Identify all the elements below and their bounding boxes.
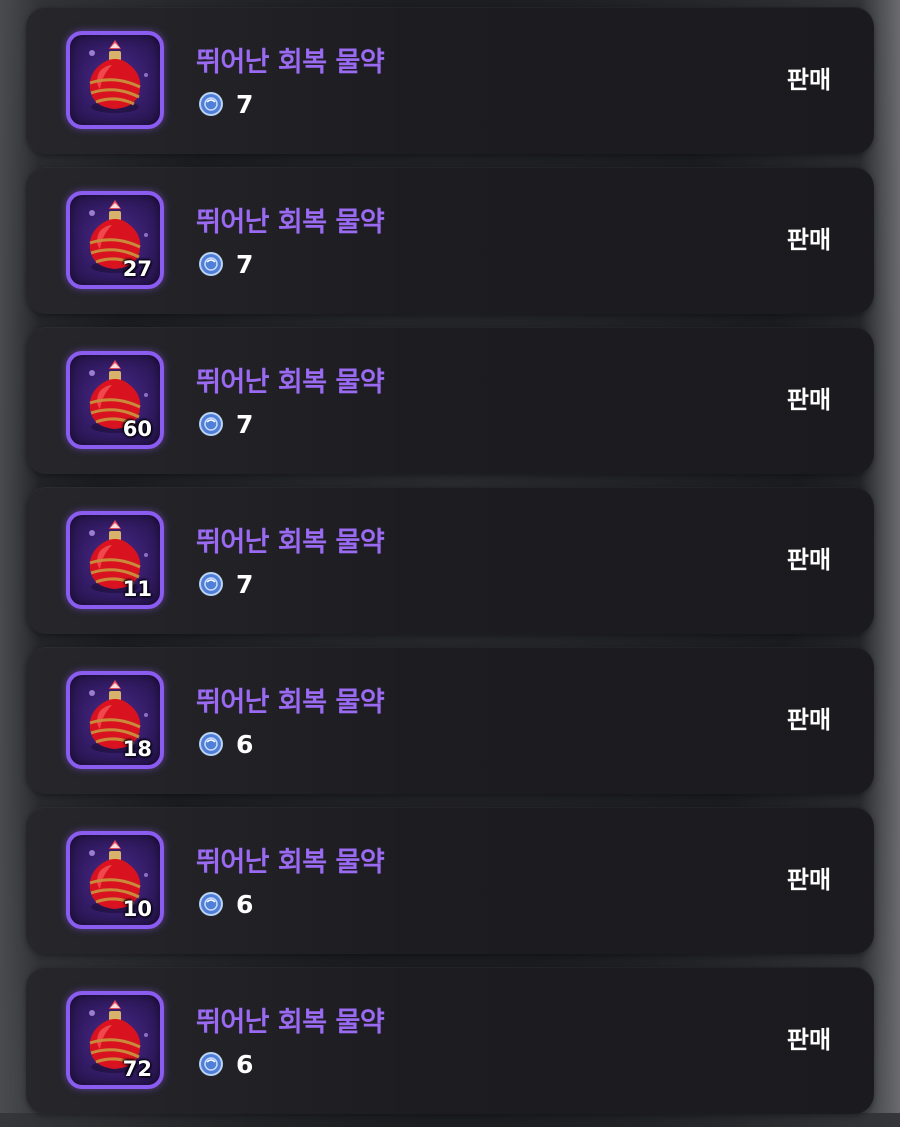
coin-icon bbox=[199, 252, 223, 276]
item-name: 뛰어난 회복 물약 bbox=[196, 207, 385, 238]
sell-button[interactable]: 판매 bbox=[774, 857, 844, 903]
item-icon-frame[interactable]: 72 bbox=[66, 991, 164, 1089]
item-quantity: 60 bbox=[122, 417, 152, 441]
list-item: 72 뛰어난 회복 물약 6 판매 bbox=[26, 967, 874, 1114]
item-name: 뛰어난 회복 물약 bbox=[196, 527, 385, 558]
list-item: 18 뛰어난 회복 물약 6 판매 bbox=[26, 647, 874, 794]
coin-icon bbox=[199, 412, 223, 436]
price-value: 6 bbox=[236, 1049, 254, 1079]
item-price: 6 bbox=[198, 1049, 253, 1079]
list-item: 60 뛰어난 회복 물약 7 판매 bbox=[26, 327, 874, 474]
item-name: 뛰어난 회복 물약 bbox=[196, 47, 385, 78]
price-value: 6 bbox=[236, 889, 254, 919]
coin-icon bbox=[199, 1052, 223, 1076]
item-price: 6 bbox=[198, 729, 253, 759]
coin-icon bbox=[199, 892, 223, 916]
item-name: 뛰어난 회복 물약 bbox=[196, 847, 385, 878]
list-item: 10 뛰어난 회복 물약 6 판매 bbox=[26, 807, 874, 954]
price-value: 6 bbox=[236, 729, 254, 759]
item-icon-frame[interactable]: 60 bbox=[66, 351, 164, 449]
item-name: 뛰어난 회복 물약 bbox=[196, 687, 385, 718]
item-quantity: 10 bbox=[122, 897, 152, 921]
coin-icon bbox=[199, 732, 223, 756]
item-quantity: 72 bbox=[122, 1057, 152, 1081]
item-icon-frame[interactable]: 11 bbox=[66, 511, 164, 609]
item-icon-frame[interactable] bbox=[66, 31, 164, 129]
list-item: 뛰어난 회복 물약 7 판매 bbox=[26, 7, 874, 154]
item-quantity: 11 bbox=[122, 577, 152, 601]
price-value: 7 bbox=[236, 569, 254, 599]
price-value: 7 bbox=[236, 89, 254, 119]
item-price: 7 bbox=[198, 249, 253, 279]
item-price: 7 bbox=[198, 569, 253, 599]
coin-icon bbox=[199, 572, 223, 596]
item-quantity: 27 bbox=[122, 257, 152, 281]
list-item: 11 뛰어난 회복 물약 7 판매 bbox=[26, 487, 874, 634]
item-icon-frame[interactable]: 27 bbox=[66, 191, 164, 289]
sell-button[interactable]: 판매 bbox=[774, 537, 844, 583]
sell-button[interactable]: 판매 bbox=[774, 217, 844, 263]
price-value: 7 bbox=[236, 249, 254, 279]
sell-button[interactable]: 판매 bbox=[774, 377, 844, 423]
item-price: 6 bbox=[198, 889, 253, 919]
item-price: 7 bbox=[198, 89, 253, 119]
coin-icon bbox=[199, 92, 223, 116]
list-item: 27 뛰어난 회복 물약 7 판매 bbox=[26, 167, 874, 314]
sell-button[interactable]: 판매 bbox=[774, 697, 844, 743]
sell-button[interactable]: 판매 bbox=[774, 1017, 844, 1063]
item-icon-frame[interactable]: 10 bbox=[66, 831, 164, 929]
red-potion-icon bbox=[89, 40, 148, 113]
price-value: 7 bbox=[236, 409, 254, 439]
item-icon-frame[interactable]: 18 bbox=[66, 671, 164, 769]
item-quantity: 18 bbox=[122, 737, 152, 761]
item-name: 뛰어난 회복 물약 bbox=[196, 1007, 385, 1038]
sell-button[interactable]: 판매 bbox=[774, 57, 844, 103]
item-price: 7 bbox=[198, 409, 253, 439]
sell-item-list: 뛰어난 회복 물약 7 판매 27 뛰어난 회복 물약 7 판매 60 뛰어난 … bbox=[26, 7, 874, 1127]
item-name: 뛰어난 회복 물약 bbox=[196, 367, 385, 398]
